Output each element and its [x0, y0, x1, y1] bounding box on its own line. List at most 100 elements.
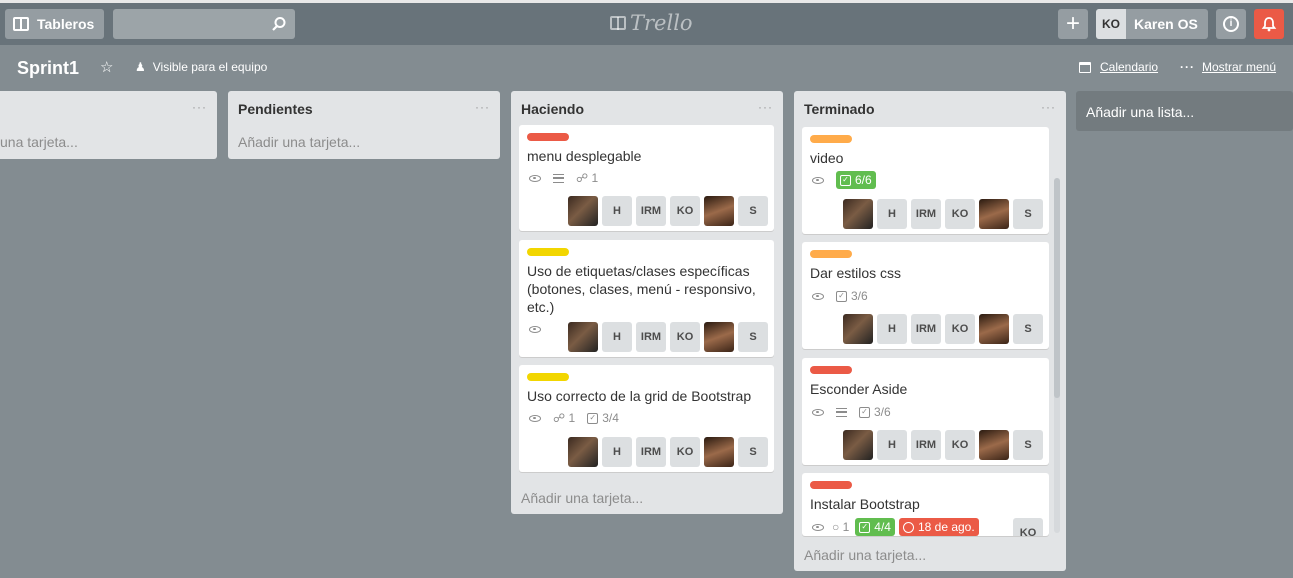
list-menu-icon[interactable]: ··· — [1041, 100, 1056, 114]
card-title: Dar estilos css — [810, 265, 902, 281]
member-avatar[interactable]: S — [738, 437, 768, 467]
checklist-badge: ✓ 3/6 — [836, 289, 868, 303]
member-avatar-photo[interactable] — [843, 430, 873, 460]
card[interactable]: Uso correcto de la grid de Bootstrap ☍ 1… — [519, 365, 774, 472]
member-avatar-photo[interactable] — [843, 314, 873, 344]
card-badges: ○ 1 ✓ 4/4 18 de ago. — [812, 518, 991, 536]
member-avatar[interactable]: H — [602, 437, 632, 467]
more-icon: ··· — [1180, 60, 1195, 74]
avatar: KO — [1096, 9, 1126, 39]
member-avatar[interactable]: S — [1013, 430, 1043, 460]
add-list-button[interactable]: Añadir una lista... — [1076, 91, 1293, 131]
member-avatar[interactable]: H — [877, 314, 907, 344]
add-card-button[interactable]: una tarjeta... — [0, 134, 78, 150]
card-badges: ☍ 1 — [529, 171, 610, 185]
list-menu-icon[interactable]: ··· — [192, 100, 207, 114]
member-avatar[interactable]: S — [738, 322, 768, 352]
card-badges: ✓ 3/6 — [812, 289, 880, 303]
card-badges: ☍ 1 ✓ 3/4 — [529, 411, 631, 425]
member-avatar-photo[interactable] — [568, 322, 598, 352]
checklist-icon: ✓ — [859, 521, 871, 533]
bell-icon — [1261, 17, 1277, 32]
list-haciendo: Haciendo ··· menu desplegable ☍ 1 H IRM … — [511, 91, 783, 514]
card-title: video — [810, 150, 844, 166]
star-icon[interactable]: ☆ — [100, 58, 113, 76]
member-avatar[interactable]: KO — [1013, 518, 1043, 536]
card[interactable]: Dar estilos css ✓ 3/6 H IRM KO S — [802, 242, 1049, 349]
clock-icon — [902, 521, 914, 533]
info-button[interactable]: i — [1216, 9, 1246, 39]
member-avatar[interactable]: IRM — [911, 199, 941, 229]
calendar-button[interactable]: Calendario — [1079, 60, 1158, 74]
card[interactable]: video ✓ 6/6 H IRM KO S — [802, 127, 1049, 234]
watching-badge — [812, 292, 824, 300]
member-avatar[interactable]: IRM — [636, 196, 666, 226]
member-avatar[interactable]: KO — [945, 430, 975, 460]
top-bar: Tableros Trello + KO Karen OS i — [0, 0, 1293, 45]
trello-logo[interactable]: Trello — [610, 11, 693, 35]
member-avatar[interactable]: KO — [670, 196, 700, 226]
description-icon — [553, 173, 564, 183]
member-avatar-photo[interactable] — [704, 437, 734, 467]
member-avatar[interactable]: IRM — [911, 314, 941, 344]
member-avatar[interactable]: IRM — [636, 437, 666, 467]
card-label-red — [810, 481, 852, 489]
member-avatar[interactable]: H — [602, 322, 632, 352]
list-menu-icon[interactable]: ··· — [758, 100, 773, 114]
member-avatar[interactable]: IRM — [636, 322, 666, 352]
eye-icon — [529, 174, 541, 182]
member-avatar[interactable]: KO — [945, 199, 975, 229]
list-title[interactable]: Terminado — [804, 101, 875, 117]
list-scrollbar-thumb[interactable] — [1054, 178, 1060, 398]
member-avatar-photo[interactable] — [979, 314, 1009, 344]
member-avatar[interactable]: H — [877, 430, 907, 460]
member-avatar[interactable]: S — [1013, 199, 1043, 229]
member-avatar[interactable]: IRM — [911, 430, 941, 460]
search-input[interactable] — [113, 9, 295, 39]
checklist-badge: ✓ 3/6 — [859, 405, 891, 419]
card[interactable]: Esconder Aside ✓ 3/6 H IRM KO S — [802, 358, 1049, 465]
board-title[interactable]: Sprint1 — [17, 58, 79, 79]
member-avatar-photo[interactable] — [568, 196, 598, 226]
member-avatar[interactable]: S — [738, 196, 768, 226]
member-avatar-photo[interactable] — [979, 199, 1009, 229]
list-menu-icon[interactable]: ··· — [475, 100, 490, 114]
user-menu-button[interactable]: KO Karen OS — [1096, 9, 1208, 39]
member-avatar[interactable]: KO — [670, 322, 700, 352]
boards-button[interactable]: Tableros — [5, 9, 104, 39]
member-avatar[interactable]: KO — [945, 314, 975, 344]
list-title[interactable]: Haciendo — [521, 101, 584, 117]
watching-badge — [812, 523, 824, 531]
card-title: menu desplegable — [527, 148, 642, 164]
visibility-button[interactable]: ♟ Visible para el equipo — [135, 60, 267, 74]
member-avatar[interactable]: KO — [670, 437, 700, 467]
card[interactable]: menu desplegable ☍ 1 H IRM KO S — [519, 125, 774, 231]
comment-icon: ○ — [832, 520, 843, 534]
board-header: Sprint1 ☆ ♟ Visible para el equipo Calen… — [0, 45, 1293, 90]
checklist-count: 3/6 — [851, 289, 868, 303]
list-title[interactable]: Pendientes — [238, 101, 313, 117]
card-label-orange — [810, 135, 852, 143]
member-avatar-photo[interactable] — [704, 322, 734, 352]
show-menu-button[interactable]: ··· Mostrar menú — [1180, 60, 1276, 74]
card-title: Uso de etiquetas/clases específicas (bot… — [527, 263, 756, 315]
add-card-button[interactable]: Añadir una tarjeta... — [804, 547, 926, 563]
card-members: H IRM KO S — [839, 314, 1043, 344]
watching-badge — [529, 326, 541, 333]
card-label-yellow — [527, 373, 569, 381]
member-avatar-photo[interactable] — [843, 199, 873, 229]
member-avatar-photo[interactable] — [704, 196, 734, 226]
add-card-button[interactable]: Añadir una tarjeta... — [238, 134, 360, 150]
due-date: 18 de ago. — [917, 520, 975, 534]
member-avatar-photo[interactable] — [979, 430, 1009, 460]
card[interactable]: Uso de etiquetas/clases específicas (bot… — [519, 240, 774, 357]
checklist-count: 3/6 — [874, 405, 891, 419]
add-button[interactable]: + — [1058, 9, 1088, 39]
notifications-button[interactable] — [1254, 9, 1284, 39]
card[interactable]: Instalar Bootstrap ○ 1 ✓ 4/4 18 de ago. K… — [802, 473, 1049, 536]
add-card-button[interactable]: Añadir una tarjeta... — [521, 490, 643, 506]
member-avatar-photo[interactable] — [568, 437, 598, 467]
member-avatar[interactable]: H — [877, 199, 907, 229]
member-avatar[interactable]: H — [602, 196, 632, 226]
member-avatar[interactable]: S — [1013, 314, 1043, 344]
